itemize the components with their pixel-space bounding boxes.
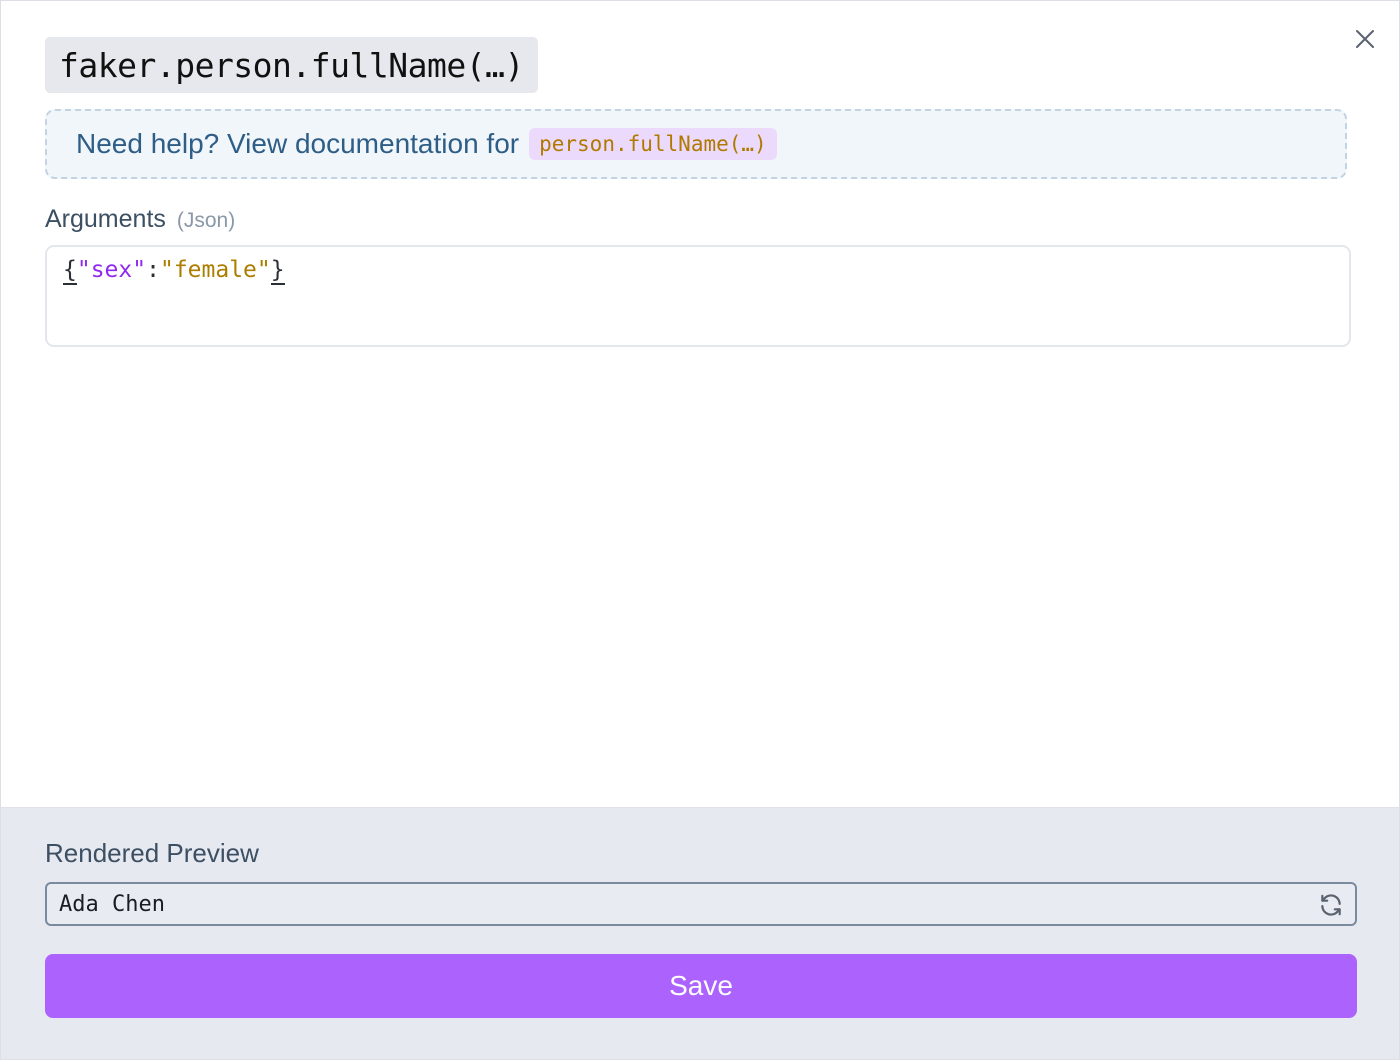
help-text: Need help? View documentation for [76, 128, 520, 159]
preview-value: Ada Chen [59, 891, 165, 917]
close-icon [1356, 30, 1374, 48]
save-button[interactable]: Save [45, 954, 1357, 1018]
dialog-title: faker.person.fullName(…) [45, 37, 538, 93]
json-close-brace: } [270, 257, 285, 285]
json-colon: : [146, 257, 160, 283]
arguments-json-editor[interactable]: {"sex":"female"} [45, 245, 1351, 347]
refresh-preview-button[interactable] [1317, 891, 1345, 919]
function-editor-dialog: faker.person.fullName(…) Need help? View… [0, 0, 1400, 1060]
arguments-label: Arguments (Json) [45, 205, 235, 234]
help-banner: Need help? View documentation for person… [45, 109, 1347, 179]
documentation-link[interactable]: person.fullName(…) [529, 128, 777, 160]
close-button[interactable] [1349, 23, 1381, 55]
arguments-label-text: Arguments [45, 205, 166, 233]
json-value: "female" [159, 257, 271, 283]
json-key: "sex" [76, 257, 147, 283]
arguments-format-hint: (Json) [176, 209, 236, 232]
dialog-footer: Rendered Preview Ada Chen Save [1, 807, 1399, 1059]
rendered-preview-field: Ada Chen [45, 882, 1357, 926]
refresh-icon [1321, 894, 1341, 916]
preview-label: Rendered Preview [45, 838, 259, 868]
json-open-brace: { [63, 257, 77, 285]
